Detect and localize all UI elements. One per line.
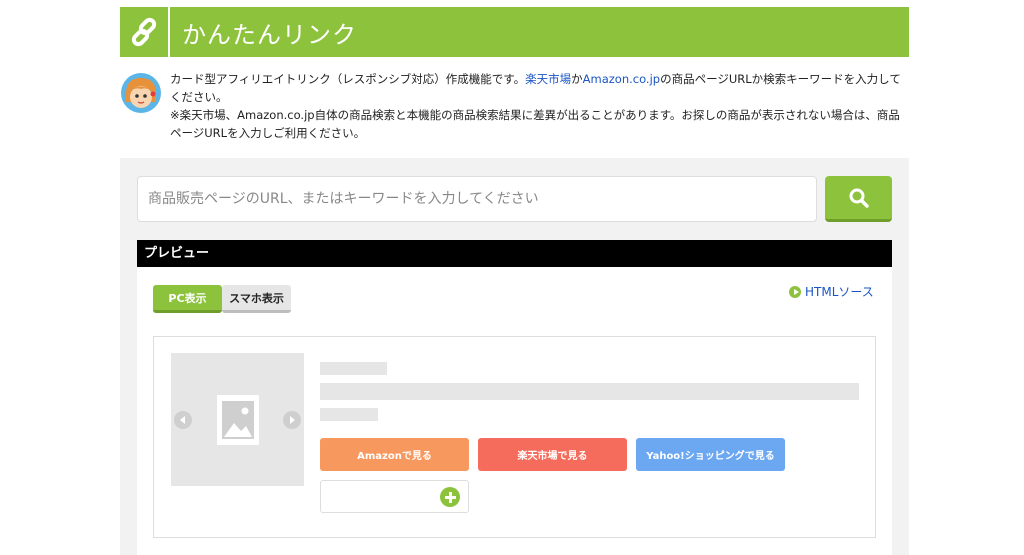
add-button-slot [320, 480, 469, 513]
link-builder-panel: プレビュー PC表示 スマホ表示 HTMLソース Amazonで見る [120, 158, 909, 555]
amazon-link[interactable]: Amazon.co.jp [583, 72, 660, 86]
intro-text-part1: カード型アフィリエイトリンク（レスポンシブ対応）作成機能です。 [170, 72, 526, 86]
yahoo-shopping-button[interactable]: Yahoo!ショッピングで見る [636, 438, 785, 471]
image-placeholder-icon [216, 394, 259, 445]
plus-circle-icon[interactable] [440, 487, 460, 507]
mascot-avatar [121, 73, 161, 113]
intro-text-connector: か [571, 72, 583, 86]
html-source-label: HTMLソース [805, 285, 874, 299]
intro-section: カード型アフィリエイトリンク（レスポンシブ対応）作成機能です。楽天市場かAmaz… [120, 70, 909, 150]
price-placeholder [320, 408, 378, 421]
play-circle-icon [789, 285, 801, 298]
title-placeholder-short [320, 362, 387, 375]
search-icon [849, 188, 869, 208]
tab-pc-view[interactable]: PC表示 [153, 285, 222, 313]
amazon-button[interactable]: Amazonで見る [320, 438, 469, 471]
app-header: かんたんリンク [120, 7, 909, 57]
product-image-placeholder [171, 353, 304, 486]
preview-header: プレビュー [137, 240, 892, 267]
arrow-right-icon[interactable] [283, 411, 301, 429]
tab-smartphone-view[interactable]: スマホ表示 [222, 285, 291, 313]
search-button[interactable] [825, 176, 892, 222]
chain-link-icon [120, 7, 170, 57]
preview-body: PC表示 スマホ表示 HTMLソース Amazonで見る 楽天市場で見る Yah… [137, 267, 892, 555]
rakuten-link[interactable]: 楽天市場 [525, 72, 571, 86]
search-input[interactable] [137, 176, 817, 222]
intro-note: ※楽天市場、Amazon.co.jp自体の商品検索と本機能の商品検索結果に差異が… [170, 108, 900, 140]
page-title: かんたんリンク [182, 20, 357, 49]
intro-description: カード型アフィリエイトリンク（レスポンシブ対応）作成機能です。楽天市場かAmaz… [170, 70, 905, 142]
rakuten-button[interactable]: 楽天市場で見る [478, 438, 627, 471]
arrow-left-icon[interactable] [174, 411, 192, 429]
product-card-preview: Amazonで見る 楽天市場で見る Yahoo!ショッピングで見る [153, 336, 876, 538]
html-source-link[interactable]: HTMLソース [789, 283, 874, 300]
title-placeholder-long [320, 383, 859, 400]
